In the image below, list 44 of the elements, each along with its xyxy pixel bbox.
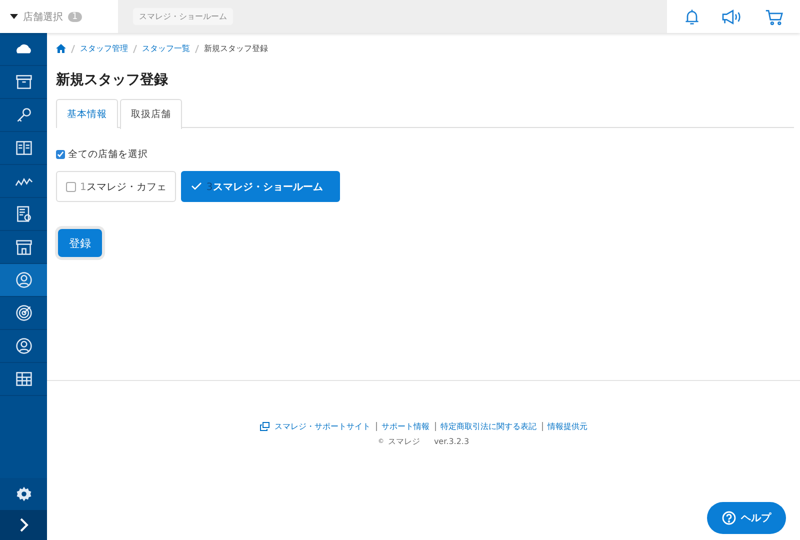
checkbox-label: 全ての店舗を選択 <box>68 148 148 161</box>
grid-icon <box>14 370 32 388</box>
home-icon[interactable] <box>56 44 66 53</box>
staff-icon <box>14 271 32 289</box>
checkbox <box>66 182 76 192</box>
help-button[interactable]: ヘルプ <box>707 502 786 534</box>
breadcrumb-separator-icon <box>71 44 75 52</box>
check-icon <box>191 182 202 191</box>
external-link-icon <box>260 422 270 431</box>
breadcrumb-link[interactable]: スタッフ一覧 <box>142 43 190 54</box>
person-icon <box>14 337 32 355</box>
breadcrumb-separator-icon <box>195 44 199 52</box>
settings-icon[interactable] <box>16 486 32 502</box>
count-badge: 1 <box>68 12 82 22</box>
breadcrumb-link[interactable]: スタッフ管理 <box>80 43 128 54</box>
store-toggle-button[interactable]: 3スマレジ・ショールーム <box>181 171 340 202</box>
cart-icon[interactable] <box>764 8 784 26</box>
footer-link[interactable]: 特定商取引法に関する表記 <box>440 421 536 432</box>
store-select-label: 店舗選択 <box>23 10 63 24</box>
copyright-text: スマレジ <box>388 436 420 447</box>
target-icon <box>14 304 32 322</box>
page-title: 新規スタッフ登録 <box>56 71 169 89</box>
book-icon <box>14 139 32 157</box>
breadcrumb-separator-icon <box>133 44 137 52</box>
version-text: ver.3.2.3 <box>434 437 470 446</box>
box-icon <box>14 73 32 91</box>
shop-icon <box>14 238 32 256</box>
checkbox[interactable] <box>56 150 65 159</box>
tab[interactable]: 取扱店舗 <box>120 99 182 129</box>
question-icon <box>722 511 736 525</box>
report-icon <box>14 205 32 223</box>
breadcrumb-current: 新規スタッフ登録 <box>204 43 268 54</box>
key-icon <box>14 106 32 124</box>
tab[interactable]: 基本情報 <box>56 99 118 128</box>
chevron-right-icon[interactable] <box>18 518 28 532</box>
footer-link[interactable]: スマレジ・サポートサイト <box>274 421 370 432</box>
bell-icon[interactable] <box>682 8 701 26</box>
sidebar-item[interactable] <box>0 264 47 297</box>
store-toggle-button[interactable]: 1スマレジ・カフェ <box>56 171 176 202</box>
footer-link[interactable]: サポート情報 <box>382 421 430 432</box>
store-select[interactable]: 店舗選択 1 <box>0 0 118 33</box>
register-button[interactable]: 登録 <box>58 229 102 257</box>
current-store-tag: スマレジ・ショールーム <box>133 8 233 25</box>
footer-link[interactable]: 情報提供元 <box>548 421 588 432</box>
